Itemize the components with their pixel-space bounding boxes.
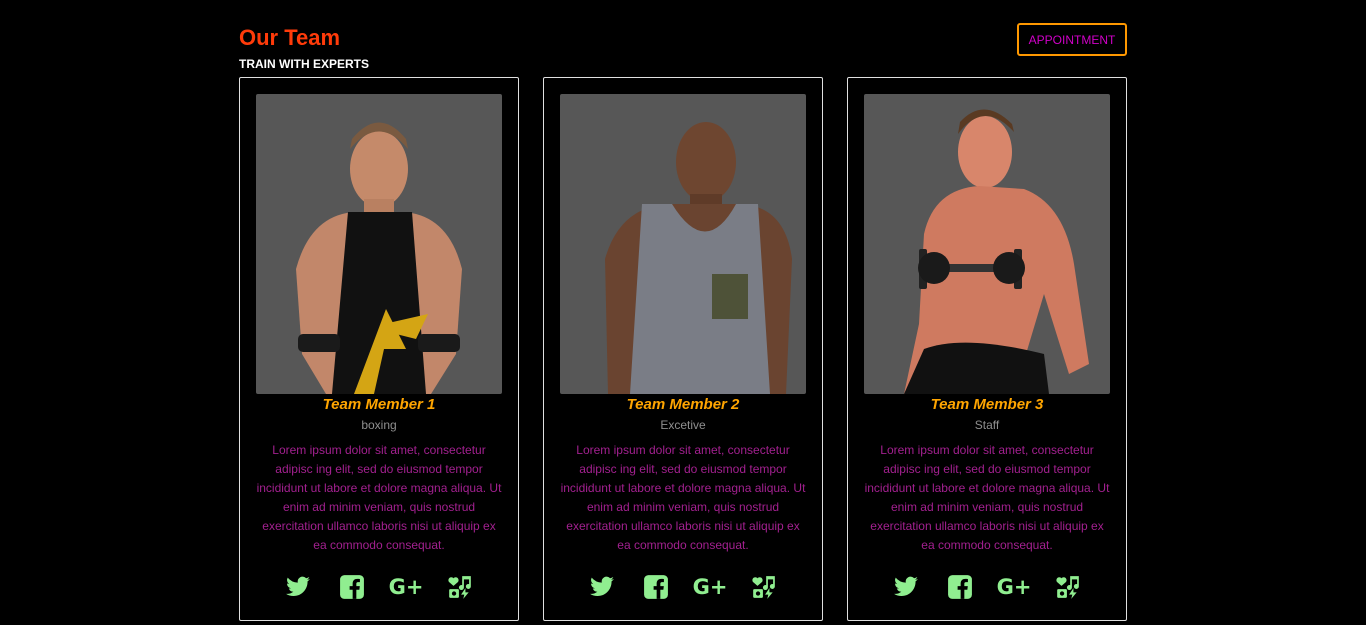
member-name-1: Team Member 1 bbox=[322, 396, 436, 413]
member-photo-2-figure bbox=[605, 122, 792, 394]
team-card-2: Team Member 2 Excetive Lorem ipsum dolor… bbox=[543, 77, 823, 621]
google-plus-icon[interactable]: G+ bbox=[693, 573, 728, 601]
facebook-icon[interactable] bbox=[946, 573, 974, 601]
member-photo-1-figure bbox=[296, 122, 462, 394]
member-role-3: Staff bbox=[974, 418, 1000, 432]
member-photo-1 bbox=[256, 94, 502, 394]
member-name-3: Team Member 3 bbox=[930, 396, 1044, 413]
member-photo-2 bbox=[560, 94, 806, 394]
member-photo-3 bbox=[864, 94, 1110, 394]
page-title: Our Team bbox=[239, 25, 341, 50]
social-links-2: G+ bbox=[544, 572, 822, 602]
member-name-2: Team Member 2 bbox=[626, 396, 740, 413]
twitter-icon[interactable] bbox=[892, 573, 920, 601]
social-links-3: G+ bbox=[848, 572, 1126, 602]
misc-apps-icon[interactable] bbox=[750, 573, 778, 601]
facebook-icon[interactable] bbox=[338, 573, 366, 601]
misc-apps-icon[interactable] bbox=[446, 573, 474, 601]
member-description-3: Lorem ipsum dolor sit amet, consectetur … bbox=[864, 443, 1110, 552]
member-description-1: Lorem ipsum dolor sit amet, consectetur … bbox=[256, 443, 502, 552]
twitter-icon[interactable] bbox=[588, 573, 616, 601]
member-role-1: boxing bbox=[361, 418, 397, 432]
team-card-3: Team Member 3 Staff Lorem ipsum dolor si… bbox=[847, 77, 1127, 621]
member-role-2: Excetive bbox=[660, 418, 706, 432]
team-section: Our Team TRAIN WITH EXPERTS APPOINTMENT … bbox=[0, 0, 1366, 625]
team-card-1: Team Member 1 boxing Lorem ipsum dolor s… bbox=[239, 77, 519, 621]
facebook-icon[interactable] bbox=[642, 573, 670, 601]
google-plus-icon[interactable]: G+ bbox=[997, 573, 1032, 601]
member-photo-3-figure bbox=[904, 109, 1089, 394]
social-links-1: G+ bbox=[240, 572, 518, 602]
google-plus-icon[interactable]: G+ bbox=[389, 573, 424, 601]
appointment-button[interactable]: APPOINTMENT bbox=[1017, 23, 1127, 56]
page-subtitle: TRAIN WITH EXPERTS bbox=[239, 57, 370, 71]
twitter-icon[interactable] bbox=[284, 573, 312, 601]
misc-apps-icon[interactable] bbox=[1054, 573, 1082, 601]
member-description-2: Lorem ipsum dolor sit amet, consectetur … bbox=[560, 443, 806, 552]
